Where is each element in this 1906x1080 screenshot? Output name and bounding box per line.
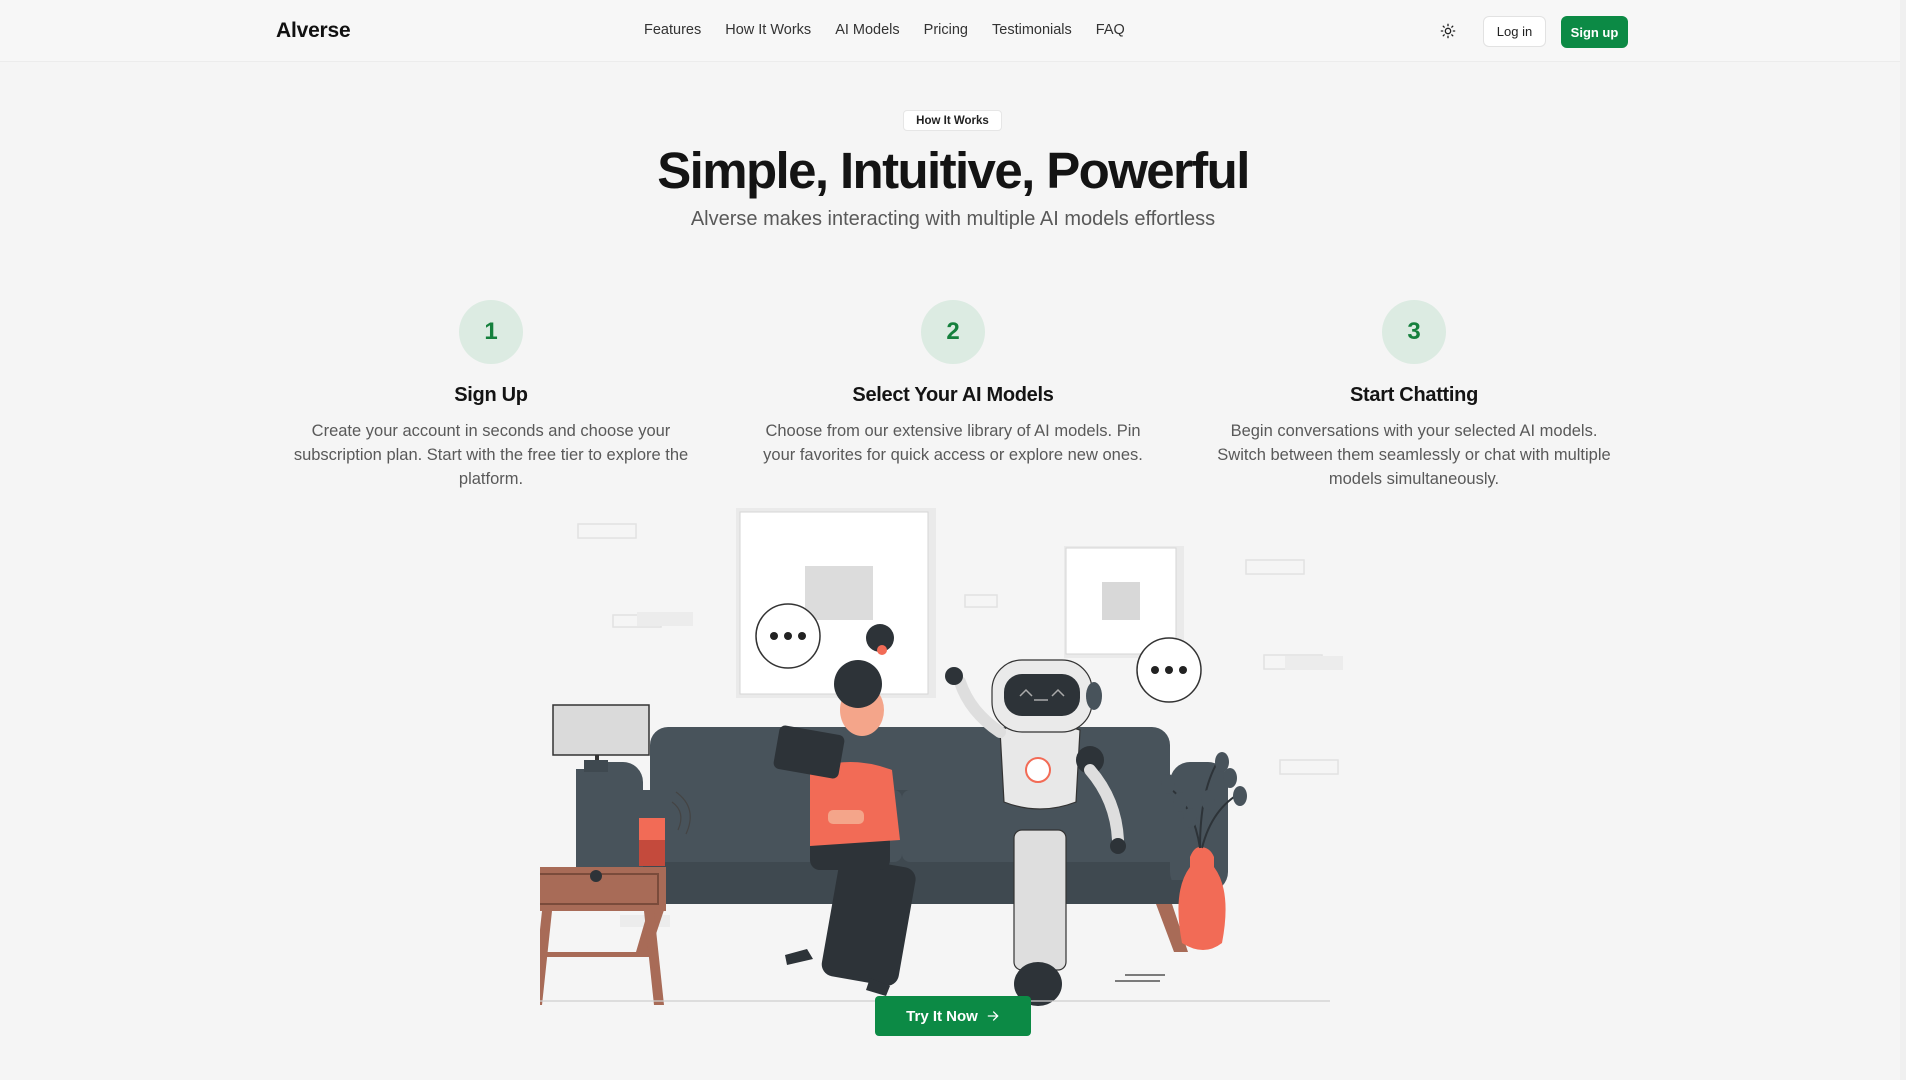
step-description: Choose from our extensive library of AI … [763,422,1143,464]
nav-link-how-it-works[interactable]: How It Works [725,22,811,38]
step-title: Start Chatting [1349,384,1479,406]
try-it-now-label: Try It Now [906,1007,978,1025]
nav-link-features[interactable]: Features [644,22,701,38]
step-card-1: 1 Sign Up Create your account in seconds… [281,300,701,491]
wall-frame-large [736,508,936,698]
nav-link-faq[interactable]: FAQ [1096,22,1125,38]
signup-button[interactable]: Sign up [1561,16,1628,48]
step-number-badge: 3 [1382,300,1446,364]
arrow-right-icon [987,1011,999,1021]
top-navbar: Alverse Features How It Works AI Models … [0,0,1900,62]
section-badge: How It Works [903,110,1002,131]
main-nav: Features How It Works AI Models Pricing … [644,22,1149,38]
hero-illustration [540,508,1343,1006]
step-title: Select Your AI Models [852,384,1054,406]
step-title: Sign Up [454,384,528,406]
step-description: Begin conversations with your selected A… [1217,422,1611,488]
step-card-3: 3 Start Chatting Begin conversations wit… [1204,300,1624,491]
login-button[interactable]: Log in [1483,16,1546,47]
try-it-now-button[interactable]: Try It Now [875,996,1031,1036]
step-description: Create your account in seconds and choos… [293,422,689,488]
brand-logo[interactable]: Alverse [276,19,351,43]
theme-toggle-button[interactable] [1436,19,1460,43]
step-number-badge: 2 [921,300,985,364]
nav-link-testimonials[interactable]: Testimonials [992,22,1072,38]
nav-link-ai-models[interactable]: AI Models [835,22,899,38]
sun-icon [1440,23,1456,39]
step-number-badge: 1 [459,300,523,364]
speech-bubble-left [755,603,821,669]
section-title: Simple, Intuitive, Powerful [657,142,1250,199]
nav-link-pricing[interactable]: Pricing [924,22,968,38]
side-table [540,867,666,1005]
step-card-2: 2 Select Your AI Models Choose from our … [743,300,1163,467]
section-subtitle: Alverse makes interacting with multiple … [690,208,1216,230]
speech-bubble-right [1136,637,1202,703]
